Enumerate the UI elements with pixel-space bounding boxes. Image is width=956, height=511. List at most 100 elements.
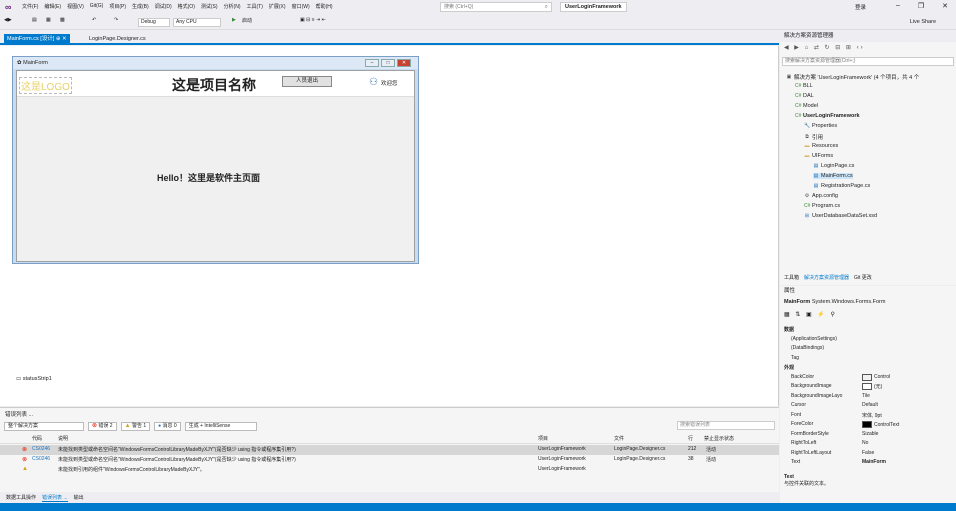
- error-list-search[interactable]: 搜索错误列表: [677, 421, 775, 430]
- tree-item[interactable]: ▬ Resources: [804, 143, 839, 149]
- solution-explorer-toolbar-icons[interactable]: ◀ ▶ ⌂ ⇄ ↻ ⊟ ⊞ ‹›: [784, 44, 865, 51]
- save-all-icon[interactable]: ▩: [60, 17, 65, 23]
- restore-icon[interactable]: ❐: [918, 2, 924, 10]
- redo-icon[interactable]: ↷: [114, 17, 118, 23]
- tree-item[interactable]: ▤ LoginPage.cs: [813, 163, 855, 169]
- build-filter-select[interactable]: 生成 + IntelliSense: [184, 421, 257, 431]
- property-row[interactable]: (DataBindings): [784, 345, 934, 354]
- property-row[interactable]: BackColor Control: [784, 373, 934, 383]
- platform-select[interactable]: Any CPU: [173, 18, 221, 27]
- start-button[interactable]: 启动: [242, 17, 252, 24]
- errors-filter[interactable]: ⊗ 错误 2: [88, 421, 117, 431]
- tree-item[interactable]: ⧉ 引用: [804, 133, 823, 141]
- panel-tab[interactable]: 工具箱: [784, 274, 799, 281]
- tree-item[interactable]: ▬ UIForms: [804, 153, 834, 159]
- scope-select[interactable]: 整个解决方案: [4, 421, 84, 431]
- status-strip-component[interactable]: ▭ statusStrip1: [16, 376, 52, 382]
- error-row[interactable]: ⊗ CS0246 未能找到类型或命名空间名"WindowsFormsControlL…: [0, 455, 779, 465]
- menu-item[interactable]: 调试(D): [155, 3, 172, 10]
- new-project-icon[interactable]: ▤: [32, 17, 37, 23]
- column-code[interactable]: 代码: [32, 435, 42, 442]
- menu-item[interactable]: 生成(B): [132, 3, 149, 10]
- tree-item[interactable]: C# Program.cs: [804, 203, 840, 209]
- logo-label[interactable]: 这是LOGO: [19, 77, 72, 94]
- property-row[interactable]: Font 宋体, 9pt: [784, 412, 934, 421]
- bottom-tab[interactable]: 数据工具操作: [6, 494, 36, 501]
- tree-item[interactable]: C# DAL: [795, 93, 814, 99]
- property-row[interactable]: FormBorderStyle Sizable: [784, 431, 934, 440]
- property-row[interactable]: BackgroundImageLayo Tile: [784, 393, 934, 402]
- property-category[interactable]: 外观: [784, 364, 934, 373]
- tab-mainform-design[interactable]: MainForm.cs [设计] ⊕ ✕: [4, 34, 70, 45]
- property-row[interactable]: (ApplicationSettings): [784, 336, 934, 345]
- column-file[interactable]: 文件: [614, 435, 624, 442]
- properties-object-select[interactable]: MainForm System.Windows.Forms.Form: [784, 299, 885, 305]
- property-value-cell[interactable]: MainForm: [862, 459, 886, 465]
- property-value-cell[interactable]: Default: [862, 402, 878, 408]
- back-forward-icon[interactable]: ◀▶: [4, 17, 12, 23]
- tree-item[interactable]: C# Model: [795, 103, 818, 109]
- menu-item[interactable]: 编辑(E): [44, 3, 61, 10]
- hello-label[interactable]: Hello！这里是软件主页面: [157, 171, 260, 184]
- minimize-icon[interactable]: –: [896, 2, 900, 10]
- close-icon[interactable]: ✕: [942, 2, 948, 10]
- tree-item[interactable]: ▣ 解决方案 'UserLoginFramework' (4 个项目，共 4 个: [786, 73, 920, 81]
- property-value-cell[interactable]: Sizable: [862, 431, 878, 437]
- tree-item[interactable]: ⚙ App.config: [804, 193, 838, 199]
- property-row[interactable]: Cursor Default: [784, 402, 934, 411]
- error-code[interactable]: CS0246: [32, 456, 50, 462]
- properties-toolbar-icons[interactable]: ▦ ⇅ ▣ ⚡ ⚲: [784, 311, 837, 318]
- property-value-cell[interactable]: No: [862, 440, 868, 446]
- property-value-cell[interactable]: False: [862, 450, 874, 456]
- tab-loginpage-designer[interactable]: LoginPage.Designer.cs: [86, 34, 149, 45]
- start-icon[interactable]: ▶: [232, 17, 236, 23]
- panel-tab[interactable]: Git 更改: [854, 274, 872, 281]
- tree-item[interactable]: C# UserLoginFramework: [795, 113, 860, 119]
- property-row[interactable]: Tag: [784, 355, 934, 364]
- bottom-tab[interactable]: 输出: [74, 494, 84, 501]
- property-value-cell[interactable]: (无): [862, 383, 882, 390]
- tree-item[interactable]: C# BLL: [795, 83, 813, 89]
- property-row[interactable]: BackgroundImage (无): [784, 383, 934, 392]
- property-row[interactable]: Text MainForm: [784, 459, 934, 468]
- menu-item[interactable]: Git(G): [90, 3, 104, 10]
- menu-item[interactable]: 项目(P): [109, 3, 126, 10]
- live-share-button[interactable]: Live Share: [910, 19, 936, 25]
- menu-item[interactable]: 工具(T): [247, 3, 263, 10]
- solution-search-input[interactable]: 搜索解决方案资源管理器(Ctrl+;): [782, 57, 954, 66]
- menu-item[interactable]: 帮助(H): [316, 3, 333, 10]
- panel-tab[interactable]: 解决方案资源管理器: [804, 274, 849, 281]
- form-header-panel[interactable]: 这是LOGO 这是项目名称 人员退出 ⚇ 欢迎您: [17, 71, 414, 97]
- tree-item[interactable]: ▤ MainForm.cs: [813, 173, 853, 179]
- warnings-filter[interactable]: ▲ 警告 1: [120, 421, 151, 431]
- search-box[interactable]: 搜索 (Ctrl+Q) ⌕: [440, 2, 552, 12]
- undo-icon[interactable]: ↶: [92, 17, 96, 23]
- tree-item[interactable]: ⊞ UserDatabaseDataSet.xsd: [804, 213, 877, 219]
- configuration-select[interactable]: Debug: [138, 18, 170, 27]
- property-value-cell[interactable]: ControlText: [862, 421, 899, 428]
- sign-in-link[interactable]: 登录: [855, 3, 866, 11]
- menu-item[interactable]: 分析(N): [224, 3, 241, 10]
- menu-item[interactable]: 格式(O): [178, 3, 195, 10]
- property-value-cell[interactable]: Tile: [862, 393, 870, 399]
- project-name-label[interactable]: 这是项目名称: [172, 75, 256, 95]
- logout-button[interactable]: 人员退出: [282, 76, 332, 87]
- menu-item[interactable]: 文件(F): [22, 3, 38, 10]
- open-icon[interactable]: ▦: [46, 17, 51, 23]
- tree-item[interactable]: ▤ RegistrationPage.cs: [813, 183, 871, 189]
- property-category[interactable]: 数据: [784, 326, 934, 335]
- welcome-area[interactable]: ⚇ 欢迎您: [369, 77, 397, 88]
- menu-item[interactable]: 视图(V): [67, 3, 84, 10]
- error-row[interactable]: ⊗ CS0246 未能找到类型或命名空间名"WindowsFormsControlL…: [0, 445, 779, 455]
- property-row[interactable]: RightToLeft No: [784, 440, 934, 449]
- tree-item[interactable]: 🔧 Properties: [804, 123, 837, 129]
- property-value-cell[interactable]: 宋体, 9pt: [862, 412, 882, 419]
- property-row[interactable]: RightToLeftLayout False: [784, 450, 934, 459]
- error-code[interactable]: CS0246: [32, 446, 50, 452]
- property-row[interactable]: ForeColor ControlText: [784, 421, 934, 430]
- column-project[interactable]: 项目: [538, 435, 548, 442]
- column-line[interactable]: 行: [688, 435, 693, 442]
- column-suppression[interactable]: 禁止显示状态: [704, 435, 734, 442]
- property-value-cell[interactable]: Control: [862, 373, 890, 381]
- form-preview[interactable]: ✿ MainForm – □ ✕ 这是LOGO 这是项目名称 人员退出 ⚇ 欢迎…: [12, 56, 419, 264]
